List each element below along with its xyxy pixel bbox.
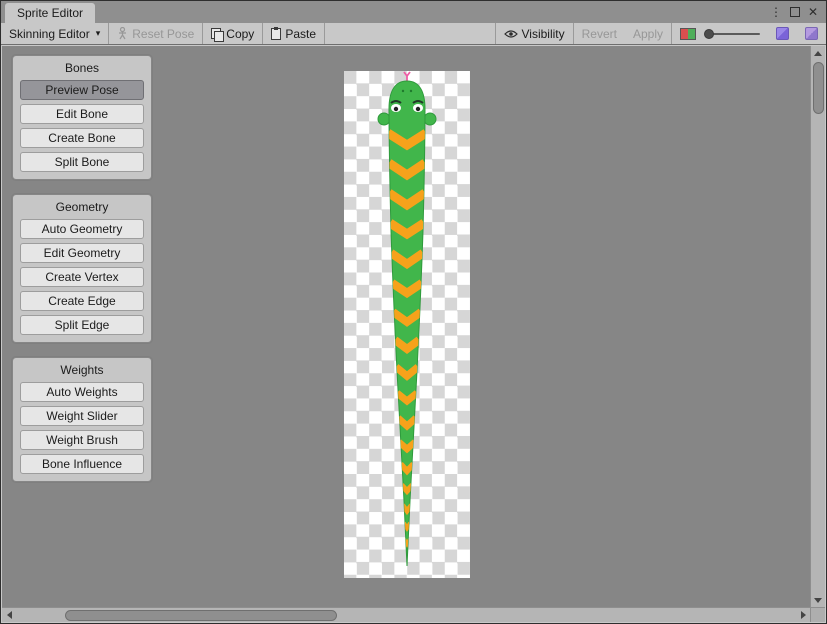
- copy-label: Copy: [226, 27, 254, 41]
- paste-label: Paste: [285, 27, 316, 41]
- create-vertex-button[interactable]: Create Vertex: [20, 267, 144, 287]
- visibility-button[interactable]: Visibility: [496, 23, 573, 44]
- copy-icon: [211, 28, 222, 40]
- tab-sprite-editor[interactable]: Sprite Editor: [5, 3, 95, 23]
- paste-icon: [271, 28, 281, 40]
- preview-pose-button[interactable]: Preview Pose: [20, 80, 144, 100]
- sprite-canvas[interactable]: [344, 71, 470, 578]
- toolbar-right-group: Visibility Revert Apply: [495, 23, 827, 44]
- kebab-menu-icon[interactable]: ⋮: [770, 6, 782, 18]
- apply-button[interactable]: Apply: [625, 23, 671, 44]
- panel-bones-title: Bones: [20, 59, 144, 76]
- bone-influence-button[interactable]: Bone Influence: [20, 454, 144, 474]
- person-icon: [117, 27, 128, 40]
- revert-label: Revert: [582, 27, 617, 41]
- horizontal-scroll-thumb[interactable]: [65, 610, 337, 621]
- close-icon[interactable]: ✕: [808, 6, 818, 18]
- split-bone-button[interactable]: Split Bone: [20, 152, 144, 172]
- apply-label: Apply: [633, 27, 663, 41]
- sprite-icon-b: [805, 27, 818, 40]
- copy-button[interactable]: Copy: [203, 23, 262, 44]
- panel-geometry: Geometry Auto Geometry Edit Geometry Cre…: [12, 194, 152, 343]
- reset-pose-label: Reset Pose: [132, 27, 194, 41]
- weight-slider-button[interactable]: Weight Slider: [20, 406, 144, 426]
- auto-geometry-button[interactable]: Auto Geometry: [20, 219, 144, 239]
- scroll-down-arrow[interactable]: [811, 593, 825, 607]
- scroll-left-arrow[interactable]: [2, 608, 16, 622]
- panel-weights-title: Weights: [20, 361, 144, 378]
- scrollbar-corner: [810, 607, 825, 622]
- revert-button[interactable]: Revert: [574, 23, 625, 44]
- edit-geometry-button[interactable]: Edit Geometry: [20, 243, 144, 263]
- sprite-toggle-a[interactable]: [768, 23, 797, 44]
- skinning-editor-dropdown[interactable]: Skinning Editor ▾: [1, 23, 108, 44]
- image-swatch-icon: [680, 28, 696, 40]
- scroll-up-arrow[interactable]: [811, 46, 825, 60]
- window-controls: ⋮ ✕: [770, 1, 826, 23]
- scroll-right-arrow[interactable]: [796, 608, 810, 622]
- canvas-area[interactable]: Bones Preview Pose Edit Bone Create Bone…: [2, 46, 825, 622]
- opacity-slider[interactable]: [704, 23, 768, 44]
- visibility-label: Visibility: [522, 27, 565, 41]
- auto-weights-button[interactable]: Auto Weights: [20, 382, 144, 402]
- edit-bone-button[interactable]: Edit Bone: [20, 104, 144, 124]
- slider-track: [712, 33, 760, 35]
- skinning-editor-label: Skinning Editor: [9, 27, 90, 41]
- panel-geometry-title: Geometry: [20, 198, 144, 215]
- sprite-icon-a: [776, 27, 789, 40]
- maximize-icon[interactable]: [790, 7, 800, 17]
- horizontal-scrollbar[interactable]: [2, 607, 810, 622]
- panel-weights: Weights Auto Weights Weight Slider Weigh…: [12, 357, 152, 482]
- reset-pose-button[interactable]: Reset Pose: [109, 23, 202, 44]
- tab-strip: Sprite Editor ⋮ ✕: [1, 1, 826, 23]
- slider-knob[interactable]: [704, 29, 714, 39]
- split-edge-button[interactable]: Split Edge: [20, 315, 144, 335]
- toolbar-separator: [324, 23, 325, 44]
- sprite-snake: [344, 71, 470, 578]
- paste-button[interactable]: Paste: [263, 23, 324, 44]
- vertical-scrollbar[interactable]: [810, 46, 825, 607]
- create-bone-button[interactable]: Create Bone: [20, 128, 144, 148]
- tab-strip-spacer: [95, 1, 770, 23]
- color-swatch-button[interactable]: [672, 23, 704, 44]
- create-edge-button[interactable]: Create Edge: [20, 291, 144, 311]
- chevron-down-icon: ▾: [96, 28, 101, 39]
- toolbar: Skinning Editor ▾ Reset Pose Copy Paste: [1, 23, 826, 45]
- tab-label: Sprite Editor: [17, 6, 83, 20]
- weight-brush-button[interactable]: Weight Brush: [20, 430, 144, 450]
- sprite-toggle-b[interactable]: [797, 23, 826, 44]
- eye-icon: [504, 29, 518, 39]
- sprite-editor-window: Sprite Editor ⋮ ✕ Skinning Editor ▾ Rese…: [0, 0, 827, 624]
- panel-bones: Bones Preview Pose Edit Bone Create Bone…: [12, 55, 152, 180]
- vertical-scroll-thumb[interactable]: [813, 62, 824, 114]
